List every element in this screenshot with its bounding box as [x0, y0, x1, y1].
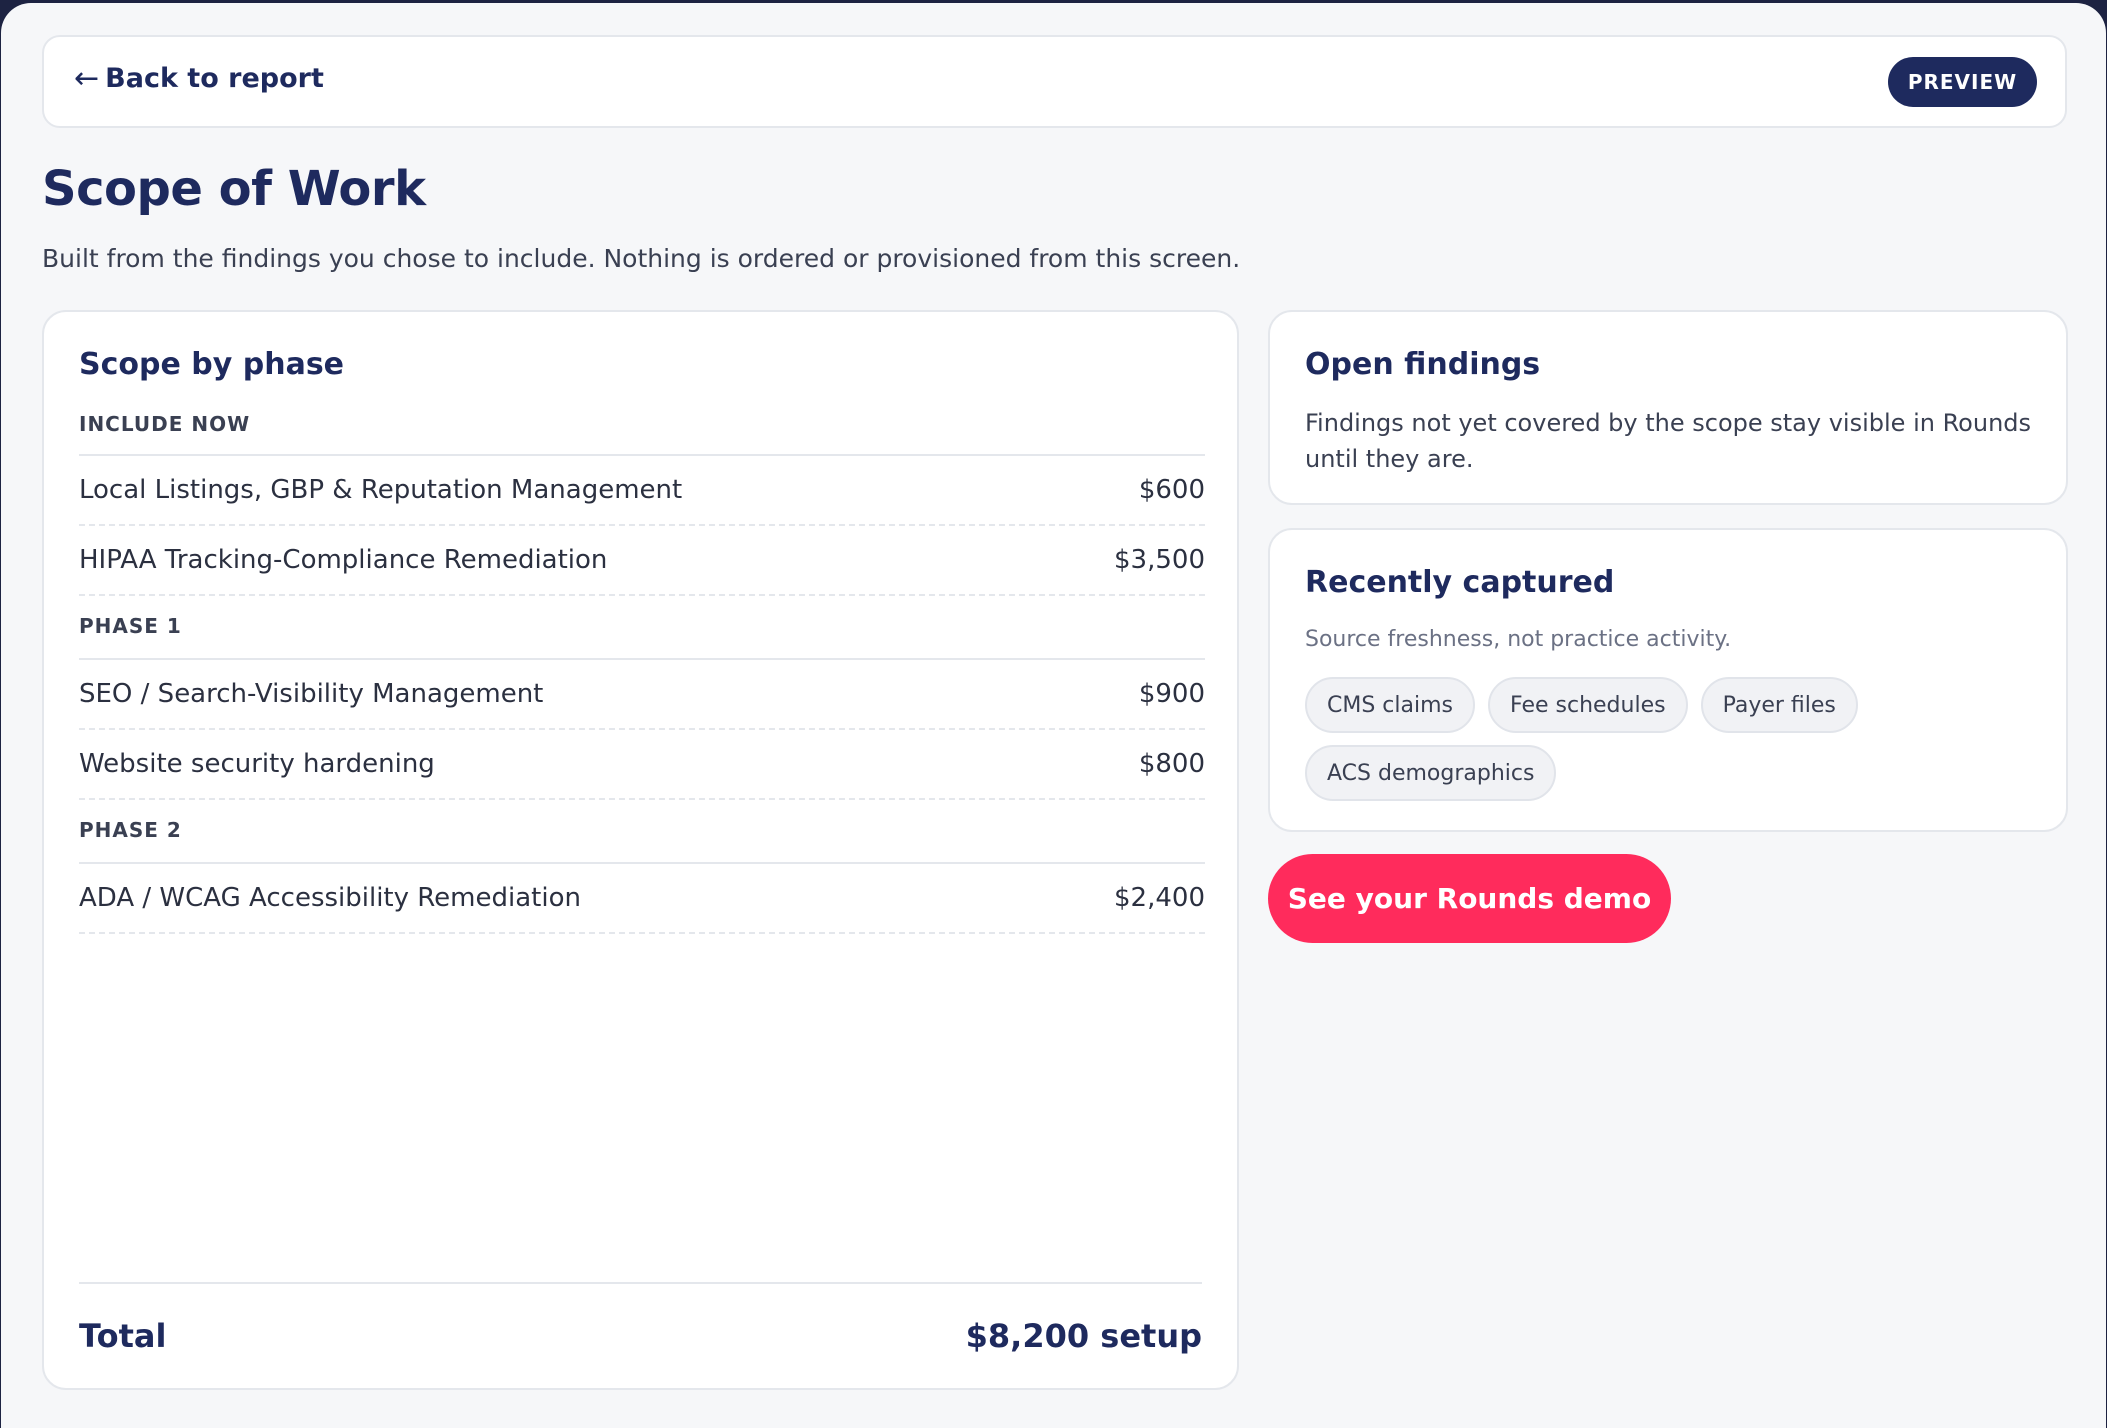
line-item-price: $600	[1138, 475, 1205, 505]
source-chip: Payer files	[1700, 677, 1858, 733]
phase-block: PHASE 2 ADA / WCAG Accessibility Remedia…	[79, 800, 1205, 934]
phase-list: INCLUDE NOW Local Listings, GBP & Reputa…	[79, 412, 1205, 934]
line-item: ADA / WCAG Accessibility Remediation $2,…	[79, 864, 1205, 934]
preview-badge: PREVIEW	[1888, 57, 2037, 107]
line-item-name: Website security hardening	[79, 749, 435, 779]
phase-label: INCLUDE NOW	[79, 412, 1205, 456]
line-item-name: SEO / Search-Visibility Management	[79, 679, 544, 709]
back-to-report-link[interactable]: ← Back to report	[74, 63, 324, 94]
line-item-name: ADA / WCAG Accessibility Remediation	[79, 883, 581, 913]
phase-label: PHASE 1	[79, 596, 1205, 660]
phase-label: PHASE 2	[79, 800, 1205, 864]
source-chip: ACS demographics	[1305, 745, 1557, 801]
line-item-name: Local Listings, GBP & Reputation Managem…	[79, 475, 683, 505]
total-value: $8,200 setup	[965, 1317, 1202, 1355]
line-item: HIPAA Tracking-Compliance Remediation $3…	[79, 526, 1205, 596]
top-bar: ← Back to report PREVIEW	[42, 35, 2067, 128]
see-rounds-demo-button[interactable]: See your Rounds demo	[1268, 854, 1671, 943]
scope-by-phase-card: Scope by phase INCLUDE NOW Local Listing…	[42, 310, 1239, 1390]
line-item-price: $2,400	[1114, 883, 1205, 913]
scope-card-title: Scope by phase	[79, 347, 345, 382]
page-title: Scope of Work	[42, 161, 426, 217]
line-item-price: $800	[1138, 749, 1205, 779]
recently-captured-title: Recently captured	[1305, 565, 1615, 600]
open-findings-description: Findings not yet covered by the scope st…	[1305, 409, 2032, 473]
phase-block: PHASE 1 SEO / Search-Visibility Manageme…	[79, 596, 1205, 800]
open-findings-title: Open findings	[1305, 347, 1541, 382]
line-item: SEO / Search-Visibility Management $900	[79, 660, 1205, 730]
source-chip: CMS claims	[1305, 677, 1475, 733]
recently-captured-card: Recently captured Source freshness, not …	[1268, 528, 2068, 832]
page-subtitle: Built from the findings you chose to inc…	[42, 244, 1241, 273]
line-item-price: $3,500	[1114, 545, 1205, 575]
arrow-left-icon: ←	[74, 60, 100, 96]
total-row: Total $8,200 setup	[79, 1282, 1202, 1388]
source-chip-list: CMS claims Fee schedules Payer files ACS…	[1305, 677, 2025, 801]
phase-block: INCLUDE NOW Local Listings, GBP & Reputa…	[79, 412, 1205, 596]
line-item: Website security hardening $800	[79, 730, 1205, 800]
line-item-name: HIPAA Tracking-Compliance Remediation	[79, 545, 608, 575]
app-window: ← Back to report PREVIEW Scope of Work B…	[1, 3, 2106, 1428]
source-chip: Fee schedules	[1488, 677, 1688, 733]
back-link-label: Back to report	[105, 63, 324, 94]
line-item-price: $900	[1138, 679, 1205, 709]
open-findings-card: Open findings Findings not yet covered b…	[1268, 310, 2068, 505]
recently-captured-description: Source freshness, not practice activity.	[1305, 627, 1732, 652]
line-item: Local Listings, GBP & Reputation Managem…	[79, 456, 1205, 526]
total-label: Total	[79, 1317, 167, 1355]
